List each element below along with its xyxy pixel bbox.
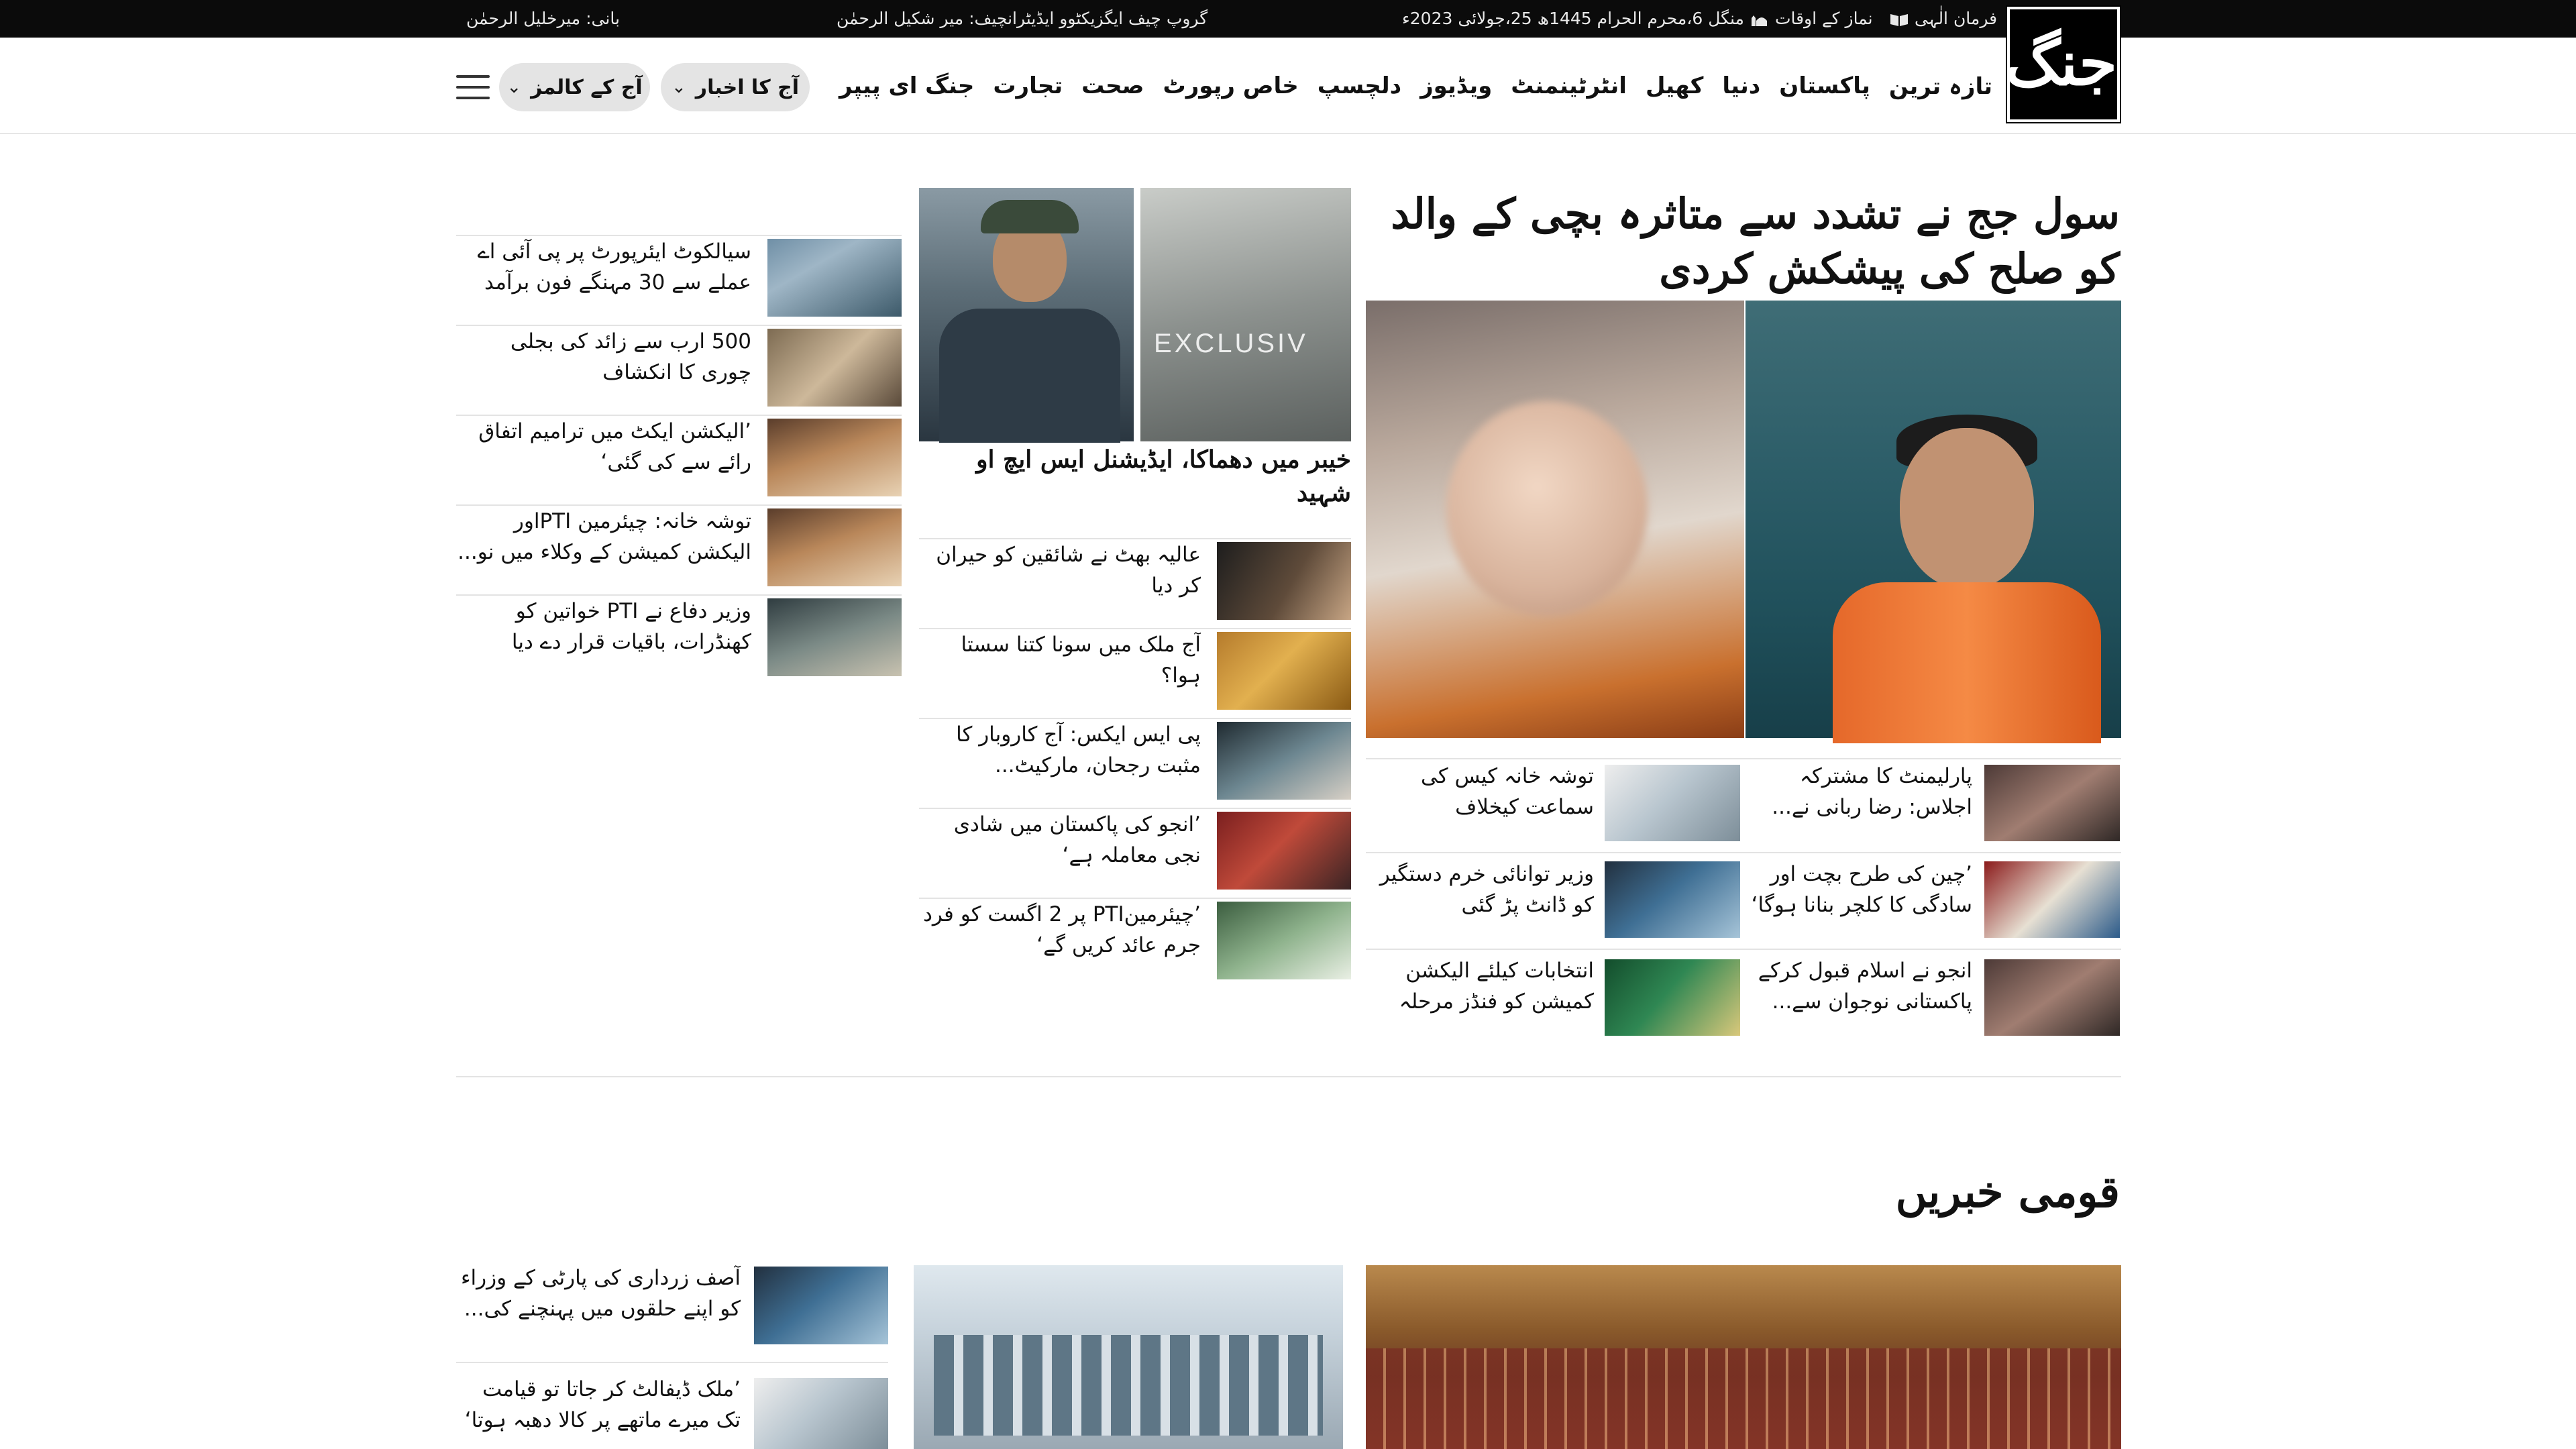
prayer-times-link[interactable]: نماز کے اوقات	[1744, 0, 1873, 38]
left-story-3[interactable]: ’الیکشن ایکٹ میں ترامیم اتفاق رائے سے کی…	[456, 416, 751, 483]
divider	[1366, 758, 2121, 759]
top-info-bar: بانی: میرخلیل الرحمٰن گروپ چیف ایگزیکٹوو…	[0, 0, 2576, 38]
todays-columns-dropdown[interactable]: آج کے کالمز ⌄	[499, 63, 650, 111]
story-thumbnail[interactable]	[1217, 632, 1351, 710]
lead-story-4[interactable]: وزیر توانائی خرم دستگیر کو ڈانٹ پڑ گئی	[1366, 859, 1594, 926]
todays-news-label: آج کا اخبار	[695, 75, 799, 99]
prayer-times-label: نماز کے اوقات	[1774, 9, 1873, 28]
story-thumbnail[interactable]	[767, 419, 902, 496]
nav-entertainment[interactable]: انٹرٹینمنٹ	[1511, 72, 1627, 99]
divider	[1366, 852, 2121, 853]
lead-story-5[interactable]: انجو نے اسلام قبول کرکے پاکستانی نوجوان …	[1751, 955, 1972, 1022]
middle-headline[interactable]: خیبر میں دھماکا، ایڈیشنل ایس ایچ او شہید	[922, 443, 1351, 510]
nav-special-report[interactable]: خاص رپورٹ	[1163, 72, 1299, 99]
section-title-national[interactable]: قومی خبریں	[1896, 1167, 2120, 1218]
hamburger-menu-icon[interactable]	[456, 75, 490, 101]
middle-story-2[interactable]: آج ملک میں سونا کتنا سستا ہوا؟	[919, 629, 1201, 696]
middle-image-scene[interactable]: EXCLUSIV	[1140, 188, 1351, 441]
lead-story-1[interactable]: پارلیمنٹ کا مشترکہ اجلاس: رضا ربانی نے..…	[1751, 761, 1972, 828]
lead-image-father[interactable]	[1746, 301, 2121, 743]
nav-latest[interactable]: تازہ ترین	[1889, 72, 1992, 100]
farman-label: فرمان الٰہی	[1914, 9, 1998, 28]
story-thumbnail[interactable]	[754, 1267, 888, 1344]
story-thumbnail[interactable]	[767, 329, 902, 407]
story-thumbnail[interactable]	[1217, 722, 1351, 800]
national-second-image[interactable]	[914, 1265, 1343, 1449]
left-story-2[interactable]: 500 ارب سے زائد کی بجلی چوری کا انکشاف	[456, 326, 751, 393]
farman-link[interactable]: فرمان الٰہی	[1884, 0, 1997, 38]
jang-logo[interactable]: جنگ	[2005, 5, 2121, 123]
left-story-5[interactable]: وزیر دفاع نے PTI خواتین کو کھنڈرات، باقی…	[456, 596, 751, 663]
chevron-down-icon: ⌄	[506, 77, 522, 97]
middle-story-4[interactable]: ’انجو کی پاکستان میں شادی نجی معاملہ ہے‘	[919, 809, 1201, 876]
nav-pakistan[interactable]: پاکستان	[1779, 72, 1870, 99]
logo-text: جنگ	[2005, 27, 2117, 99]
nav-epaper[interactable]: جنگ ای پیپر	[839, 72, 974, 99]
nav-business[interactable]: تجارت	[993, 72, 1063, 99]
middle-story-5[interactable]: ’چیئرمینPTI پر 2 اگست کو فرد جرم عائد کر…	[919, 899, 1201, 966]
story-thumbnail[interactable]	[1984, 765, 2120, 841]
nav-health[interactable]: صحت	[1081, 72, 1144, 99]
left-story-4[interactable]: توشہ خانہ: چیئرمین PTIاور الیکشن کمیشن ک…	[456, 506, 751, 573]
middle-story-1[interactable]: عالیہ بھٹ نے شائقین کو حیران کر دیا	[919, 539, 1201, 606]
story-thumbnail[interactable]	[1605, 959, 1740, 1036]
todays-columns-label: آج کے کالمز	[531, 75, 643, 99]
story-thumbnail[interactable]	[1984, 959, 2120, 1036]
national-lead-image[interactable]	[1366, 1265, 2121, 1449]
photo-watermark: EXCLUSIV	[1154, 329, 1308, 358]
story-thumbnail[interactable]	[767, 598, 902, 676]
nav-world[interactable]: دنیا	[1722, 72, 1760, 99]
national-story-1[interactable]: آصف زرداری کی پارٹی کے وزراء کو اپنے حلق…	[456, 1263, 741, 1330]
nav-interesting[interactable]: دلچسپ	[1318, 72, 1401, 99]
middle-story-3[interactable]: پی ایس ایکس: آج کاروبار کا مثبت رجحان، م…	[919, 719, 1201, 786]
middle-image-officer[interactable]	[919, 188, 1134, 443]
divider	[456, 1362, 888, 1363]
chevron-down-icon: ⌄	[672, 77, 686, 97]
lead-story-3[interactable]: ’چین کی طرح بچت اور سادگی کا کلچر بنانا …	[1751, 859, 1972, 926]
founder-text: بانی: میرخلیل الرحمٰن	[466, 9, 620, 28]
story-thumbnail[interactable]	[1605, 861, 1740, 938]
story-thumbnail[interactable]	[754, 1378, 888, 1449]
story-thumbnail[interactable]	[1217, 812, 1351, 890]
story-thumbnail[interactable]	[1217, 542, 1351, 620]
book-icon	[1890, 14, 1908, 26]
national-story-2[interactable]: ’ملک ڈیفالٹ کر جاتا تو قیامت تک میرے مات…	[456, 1374, 741, 1441]
lead-story-6[interactable]: انتخابات کیلئے الیکشن کمیشن کو فنڈز مرحل…	[1366, 955, 1594, 1022]
story-thumbnail[interactable]	[767, 508, 902, 586]
mosque-icon	[1752, 15, 1767, 26]
nav-videos[interactable]: ویڈیوز	[1420, 72, 1492, 99]
left-story-1[interactable]: سیالکوٹ ایئرپورٹ پر پی آئی اے عملے سے 30…	[456, 236, 751, 303]
lead-image-child[interactable]	[1366, 301, 1744, 738]
story-thumbnail[interactable]	[1605, 765, 1740, 841]
lead-story-2[interactable]: توشہ خانہ کیس کی سماعت کیخلاف چیئرمی...	[1366, 761, 1594, 828]
lead-headline[interactable]: سول جج نے تشدد سے متاثرہ بچی کے والد کو …	[1362, 186, 2120, 297]
divider	[1366, 949, 2121, 950]
todays-news-dropdown[interactable]: آج کا اخبار ⌄	[661, 63, 810, 111]
date-text: منگل 6،محرم الحرام 1445ھ 25،جولائی 2023ء	[1402, 9, 1744, 28]
story-thumbnail[interactable]	[767, 239, 902, 317]
main-nav: تازہ ترین پاکستان دنیا کھیل انٹرٹینمنٹ و…	[839, 67, 1992, 105]
group-chief-text: گروپ چیف ایگزیکٹوو ایڈیٹرانچیف: میر شکیل…	[837, 9, 1208, 28]
section-divider	[456, 1076, 2121, 1077]
nav-sports[interactable]: کھیل	[1646, 72, 1703, 99]
story-thumbnail[interactable]	[1217, 902, 1351, 979]
story-thumbnail[interactable]	[1984, 861, 2120, 938]
